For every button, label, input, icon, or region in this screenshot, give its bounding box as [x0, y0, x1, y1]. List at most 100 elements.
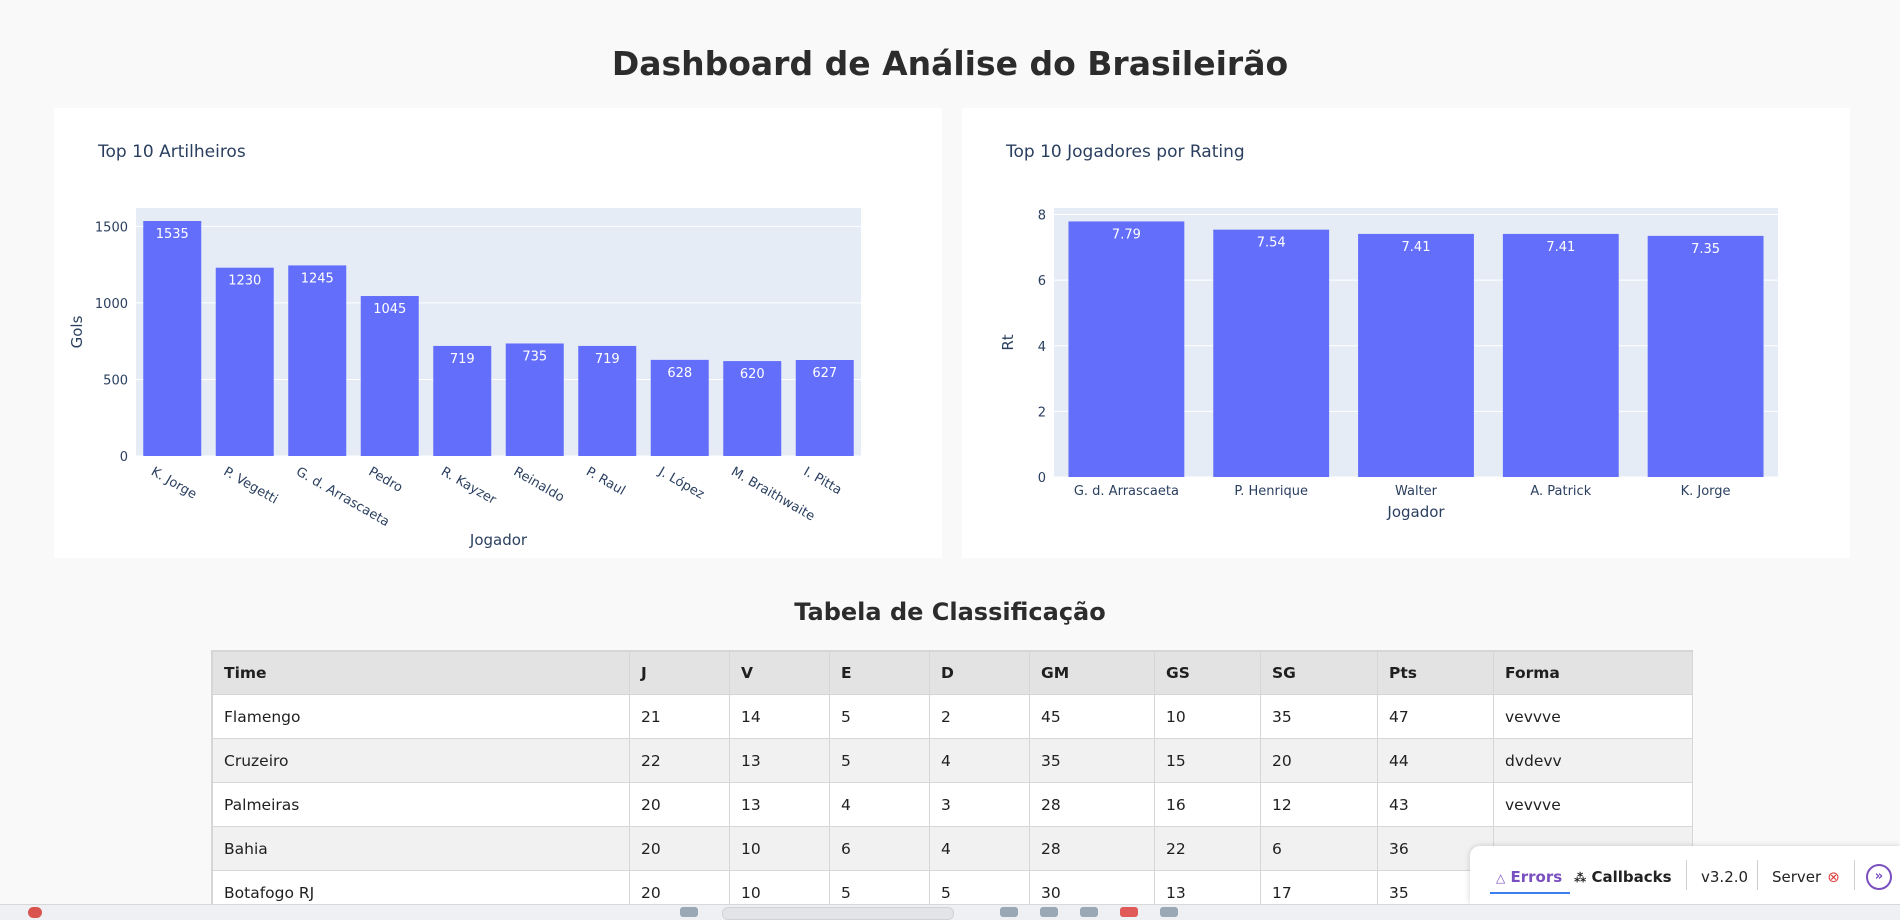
table-cell: 14: [729, 694, 830, 739]
chart-title: Top 10 Artilheiros: [97, 142, 246, 162]
x-tick-label: Reinaldo: [511, 464, 567, 505]
callbacks-tab[interactable]: ⁂ Callbacks: [1574, 866, 1672, 888]
app-icon[interactable]: [1160, 907, 1178, 917]
table-cell: 12: [1260, 782, 1378, 827]
table-cell: 28: [1029, 782, 1155, 827]
table-row[interactable]: Palmeiras 20 13 4 3 28 16 12 43 vevvve: [212, 782, 1692, 827]
y-tick-label: 1500: [95, 220, 128, 235]
server-status[interactable]: Server ⊗: [1772, 866, 1840, 888]
column-header[interactable]: SG: [1260, 651, 1378, 695]
table-cell: 35: [1029, 738, 1155, 783]
y-tick-label: 6: [1038, 274, 1046, 289]
start-icon[interactable]: [680, 907, 698, 917]
bar[interactable]: [215, 267, 274, 456]
debug-divider: [1757, 860, 1758, 890]
table-cell: 6: [829, 826, 930, 871]
table-row[interactable]: Flamengo 21 14 5 2 45 10 35 47 vevvve: [212, 694, 1692, 739]
column-header[interactable]: J: [629, 651, 730, 695]
bar-value-label: 7.41: [1546, 240, 1575, 255]
top-scorers-chart-card: Top 10 Artilheiros 0 500 1000 1500 1535 K. Jor…: [54, 108, 942, 558]
table-cell: 6: [1260, 826, 1378, 871]
bar[interactable]: [360, 296, 419, 456]
table-cell: 5: [829, 738, 930, 783]
bar-value-label: 719: [595, 352, 620, 367]
y-tick-label: 8: [1038, 209, 1046, 224]
bar-value-label: 628: [667, 366, 692, 381]
column-header[interactable]: V: [729, 651, 830, 695]
table-title: Tabela de Classificação: [794, 598, 1106, 626]
x-tick-label: J. López: [655, 464, 707, 503]
column-header[interactable]: GS: [1154, 651, 1261, 695]
table-cell: 4: [929, 826, 1030, 871]
x-tick-label: R. Kayzer: [438, 464, 499, 508]
bar-value-label: 627: [812, 366, 837, 381]
table-cell: Cruzeiro: [212, 738, 630, 783]
x-tick-label: K. Jorge: [148, 464, 199, 502]
weather-icon[interactable]: [28, 907, 42, 918]
bar[interactable]: [1502, 233, 1619, 477]
x-axis-title: Jogador: [1386, 503, 1445, 521]
table-cell: 22: [629, 738, 730, 783]
table-cell: 13: [729, 738, 830, 783]
table-cell: 15: [1154, 738, 1261, 783]
column-header[interactable]: Time: [212, 651, 630, 695]
app-icon[interactable]: [1040, 907, 1058, 917]
app-icon[interactable]: [1120, 907, 1138, 917]
table-header-row: Time J V E D GM GS SG Pts Forma: [212, 651, 1692, 695]
y-axis-title: Rt: [999, 334, 1017, 350]
table-cell: 20: [629, 826, 730, 871]
errors-label: Errors: [1510, 868, 1563, 886]
bar-value-label: 7.35: [1691, 242, 1720, 257]
table-cell: 44: [1377, 738, 1494, 783]
server-label: Server: [1772, 868, 1822, 886]
y-tick-label: 0: [1038, 471, 1046, 486]
y-tick-label: 4: [1038, 340, 1046, 355]
x-tick-label: A. Patrick: [1530, 484, 1591, 499]
top-scorers-chart: Top 10 Artilheiros 0 500 1000 1500 1535 K. Jor…: [68, 142, 861, 549]
x-axis-title: Jogador: [469, 531, 528, 549]
table-cell: 4: [829, 782, 930, 827]
table-cell: 20: [629, 782, 730, 827]
table-cell: Flamengo: [212, 694, 630, 739]
x-tick-label: K. Jorge: [1681, 484, 1731, 499]
version-label: v3.2.0: [1701, 868, 1749, 886]
dash-debug-menu: △ Errors ⁂ Callbacks v3.2.0 Server ⊗ »: [1470, 846, 1900, 904]
bar-value-label: 7.54: [1257, 236, 1286, 251]
column-header[interactable]: Pts: [1377, 651, 1494, 695]
table-cell: 4: [929, 738, 1030, 783]
errors-tab[interactable]: △ Errors: [1490, 866, 1571, 894]
bar-value-label: 1535: [156, 227, 189, 242]
bar[interactable]: [1647, 235, 1764, 477]
double-chevron-right-icon[interactable]: »: [1866, 864, 1892, 890]
table-cell: 2: [929, 694, 1030, 739]
bar[interactable]: [1213, 229, 1330, 477]
bar-value-label: 7.41: [1402, 240, 1431, 255]
table-cell: Bahia: [212, 826, 630, 871]
table-cell: 16: [1154, 782, 1261, 827]
taskbar-search[interactable]: [722, 907, 954, 920]
app-icon[interactable]: [1080, 907, 1098, 917]
bar[interactable]: [1358, 233, 1474, 477]
bar[interactable]: [1068, 221, 1185, 477]
bar[interactable]: [288, 265, 347, 456]
page-title: Dashboard de Análise do Brasileirão: [611, 44, 1289, 83]
bar-value-label: 620: [740, 367, 765, 382]
table-row[interactable]: Cruzeiro 22 13 5 4 35 15 20 44 dvdevv: [212, 738, 1692, 783]
bar-value-label: 735: [522, 349, 547, 364]
y-axis-title: Gols: [68, 315, 86, 348]
column-header[interactable]: D: [929, 651, 1030, 695]
table-cell: 10: [729, 826, 830, 871]
chart-title: Top 10 Jogadores por Rating: [1005, 142, 1245, 162]
bar-value-label: 1245: [301, 271, 334, 286]
column-header[interactable]: Forma: [1493, 651, 1692, 695]
table-cell: 45: [1029, 694, 1155, 739]
debug-divider: [1686, 860, 1687, 890]
app-icon[interactable]: [1000, 907, 1018, 917]
bar[interactable]: [143, 221, 202, 456]
table-cell: 43: [1377, 782, 1494, 827]
top-rating-chart-card: Top 10 Jogadores por Rating 0 2 4 6 8 7.79 G. d…: [962, 108, 1850, 558]
column-header[interactable]: E: [829, 651, 930, 695]
table-cell: 47: [1377, 694, 1494, 739]
bar-value-label: 719: [450, 352, 475, 367]
column-header[interactable]: GM: [1029, 651, 1155, 695]
